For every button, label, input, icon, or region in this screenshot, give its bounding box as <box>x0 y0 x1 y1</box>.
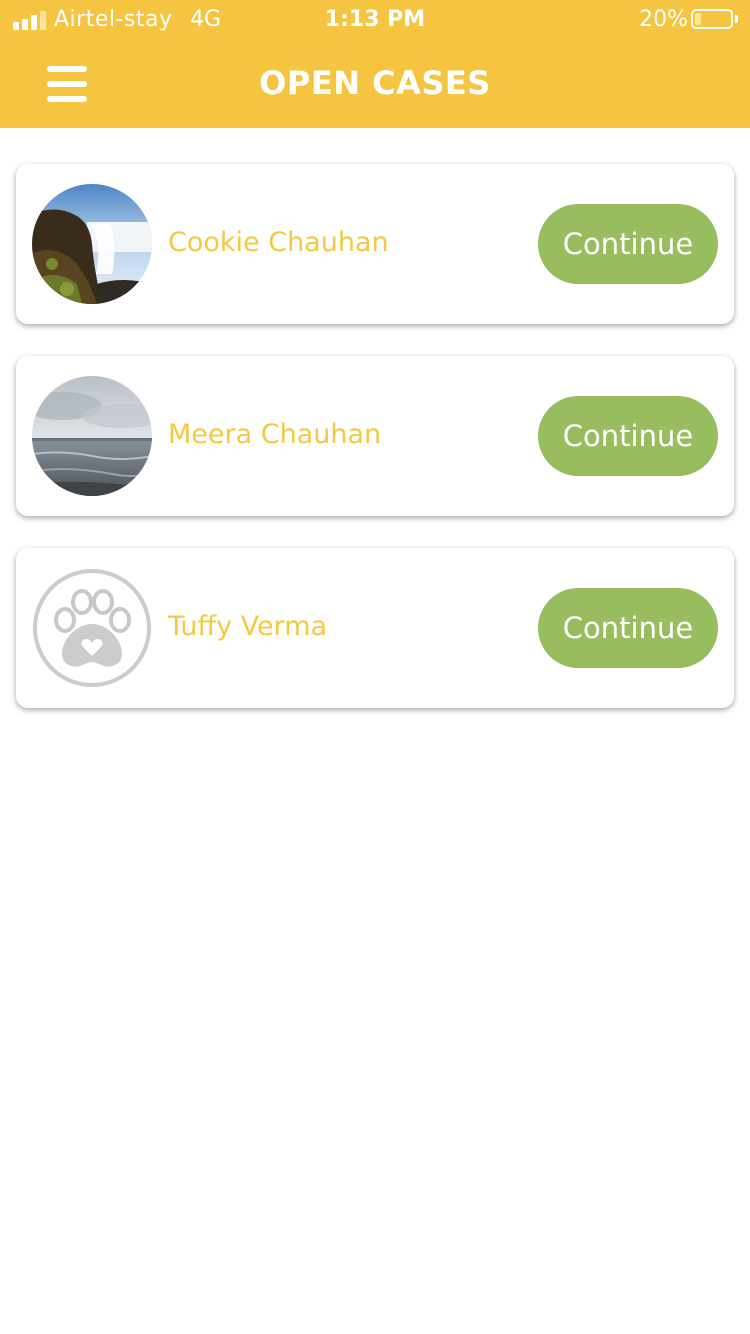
case-card: Meera Chauhan Continue <box>16 356 734 516</box>
app-header: Airtel-stay 4G 1:13 PM 20% OPEN CASES <box>0 0 750 128</box>
waterfall-photo-avatar[interactable] <box>32 184 152 304</box>
case-name[interactable]: Tuffy Verma <box>168 611 327 642</box>
case-name[interactable]: Meera Chauhan <box>168 419 381 450</box>
case-card: Tuffy Verma Continue <box>16 548 734 708</box>
battery-icon <box>691 9 733 29</box>
continue-button[interactable]: Continue <box>538 396 718 476</box>
status-time: 1:13 PM <box>324 7 426 32</box>
case-card: Cookie Chauhan Continue <box>16 164 734 324</box>
page-title: OPEN CASES <box>259 64 491 102</box>
paw-placeholder-icon[interactable] <box>32 568 152 688</box>
battery-cap <box>735 15 738 23</box>
battery-percentage: 20% <box>639 7 688 32</box>
case-name[interactable]: Cookie Chauhan <box>168 227 389 258</box>
seaside-photo-avatar[interactable] <box>32 376 152 496</box>
continue-button[interactable]: Continue <box>538 588 718 668</box>
continue-button[interactable]: Continue <box>538 204 718 284</box>
status-bar: Airtel-stay 4G 1:13 PM 20% <box>0 0 750 40</box>
